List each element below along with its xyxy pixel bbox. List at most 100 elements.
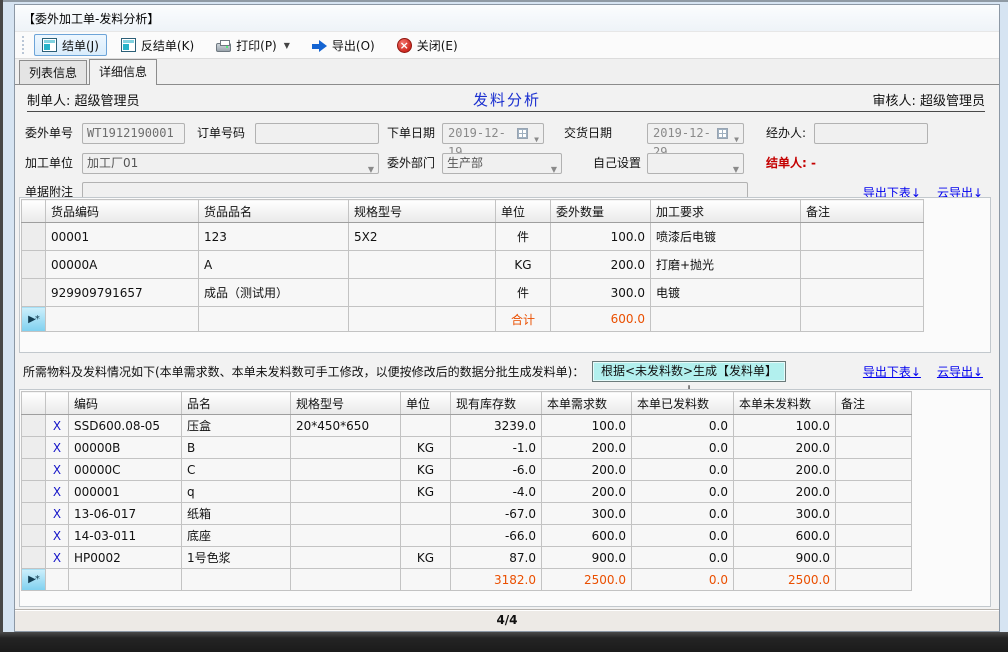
col-header-unissued-qty[interactable]: 本单未发料数 [734, 392, 836, 415]
table-total-row[interactable]: ▶*合计600.0 [22, 307, 924, 332]
col-header-need-qty[interactable]: 本单需求数 [542, 392, 632, 415]
cell-need[interactable]: 200.0 [542, 437, 632, 459]
delete-row-button[interactable]: X [46, 503, 69, 525]
col-header-item-code[interactable]: 货品编码 [46, 200, 199, 223]
col-header-process-req[interactable]: 加工要求 [651, 200, 801, 223]
col-header-remark[interactable]: 备注 [836, 392, 912, 415]
table-row[interactable]: X14-03-011底座-66.0600.00.0600.0 [22, 525, 912, 547]
cell-need[interactable]: 100.0 [542, 415, 632, 437]
col-header-name[interactable]: 品名 [182, 392, 291, 415]
col-header-code[interactable]: 编码 [69, 392, 182, 415]
print-dropdown-caret-icon[interactable]: ▼ [284, 41, 290, 50]
row-selector[interactable] [22, 525, 46, 547]
delete-row-button[interactable]: X [46, 547, 69, 569]
chevron-down-icon[interactable]: ▼ [551, 160, 557, 179]
delivery-date-field[interactable]: 2019-12-29▼ [647, 123, 744, 144]
col-header-issued-qty[interactable]: 本单已发料数 [632, 392, 734, 415]
row-selector[interactable] [22, 415, 46, 437]
sales-no-field[interactable] [255, 123, 379, 144]
row-selector[interactable] [22, 547, 46, 569]
delete-row-button[interactable]: X [46, 481, 69, 503]
cell-need[interactable]: 200.0 [542, 459, 632, 481]
cell-unissued[interactable]: 900.0 [734, 547, 836, 569]
order-date-field[interactable]: 2019-12-19▼ [442, 123, 544, 144]
calendar-icon[interactable] [717, 128, 728, 139]
close-order-label: 结单(J) [62, 37, 99, 54]
cell-unissued[interactable]: 600.0 [734, 525, 836, 547]
reopen-order-button[interactable]: 反结单(K) [113, 34, 202, 56]
row-selector[interactable] [22, 251, 46, 279]
sales-no-label: 订单号码 [197, 123, 245, 144]
delete-row-button[interactable]: X [46, 459, 69, 481]
dept-combo[interactable]: 生产部▼ [442, 153, 562, 174]
toolbar-grip-icon[interactable] [22, 36, 25, 54]
generate-issue-doc-button[interactable]: 根据<未发料数>生成【发料单】↓ [592, 361, 786, 382]
col-header-unit[interactable]: 单位 [401, 392, 451, 415]
cell-need[interactable]: 300.0 [542, 503, 632, 525]
print-button[interactable]: 打印(P) ▼ [208, 34, 298, 56]
close-window-button[interactable]: × 关闭(E) [389, 34, 466, 56]
agent-field[interactable] [814, 123, 928, 144]
cloud-export-link-mid[interactable]: 云导出↓ [937, 363, 983, 380]
export-table-link-mid[interactable]: 导出下表↓ [863, 363, 921, 380]
chevron-down-icon[interactable]: ▼ [534, 130, 539, 149]
delete-row-button[interactable]: X [46, 437, 69, 459]
cell-need[interactable]: 200.0 [542, 481, 632, 503]
new-row-indicator[interactable]: ▶* [22, 307, 46, 332]
col-header-unit[interactable]: 单位 [496, 200, 551, 223]
row-selector[interactable] [22, 459, 46, 481]
row-selector[interactable] [22, 503, 46, 525]
table-row[interactable]: X000001qKG-4.0200.00.0200.0 [22, 481, 912, 503]
chevron-down-icon[interactable]: ▼ [734, 130, 739, 149]
order-no-label: 委外单号 [25, 123, 73, 144]
cell-unissued[interactable]: 200.0 [734, 481, 836, 503]
col-header-spec[interactable]: 规格型号 [291, 392, 401, 415]
table-row[interactable]: XHP00021号色浆KG87.0900.00.0900.0 [22, 547, 912, 569]
export-button[interactable]: 导出(O) [304, 34, 383, 56]
cell-need[interactable]: 900.0 [542, 547, 632, 569]
cell-unissued[interactable]: 200.0 [734, 459, 836, 481]
row-selector[interactable] [22, 223, 46, 251]
table-row[interactable]: X00000BBKG-1.0200.00.0200.0 [22, 437, 912, 459]
close-order-button[interactable]: 结单(J) [34, 34, 107, 56]
col-header-stock[interactable]: 现有库存数 [451, 392, 542, 415]
cell-unissued[interactable]: 200.0 [734, 437, 836, 459]
tab-list-info[interactable]: 列表信息 [19, 60, 87, 84]
col-header-outsource-qty[interactable]: 委外数量 [551, 200, 651, 223]
tab-detail-info[interactable]: 详细信息 [89, 59, 157, 85]
cell-need[interactable]: 600.0 [542, 525, 632, 547]
delete-row-button[interactable]: X [46, 525, 69, 547]
order-no-field[interactable]: WT1912190001 [82, 123, 185, 144]
cell-spec [349, 251, 496, 279]
dept-label: 委外部门 [387, 153, 435, 174]
table-row[interactable]: 00000AAKG200.0打磨+抛光 [22, 251, 924, 279]
col-header-spec[interactable]: 规格型号 [349, 200, 496, 223]
row-selector[interactable] [22, 481, 46, 503]
cell-spec [291, 459, 401, 481]
cell-code: 14-03-011 [69, 525, 182, 547]
chevron-down-icon[interactable]: ▼ [368, 160, 374, 179]
custom-combo[interactable]: ▼ [647, 153, 744, 174]
cell-code [46, 307, 199, 332]
process-unit-combo[interactable]: 加工厂01▼ [82, 153, 379, 174]
table-row[interactable]: X00000CCKG-6.0200.00.0200.0 [22, 459, 912, 481]
col-header-remark[interactable]: 备注 [801, 200, 924, 223]
col-header-item-name[interactable]: 货品品名 [199, 200, 349, 223]
table-row[interactable]: 000011235X2件100.0喷漆后电镀 [22, 223, 924, 251]
new-row-indicator[interactable]: ▶* [22, 569, 46, 591]
cell-req [651, 307, 801, 332]
table-total-row[interactable]: ▶*3182.02500.00.02500.0 [22, 569, 912, 591]
chevron-down-icon[interactable]: ▼ [733, 160, 739, 179]
window-titlebar: 【委外加工单-发料分析】 [15, 5, 999, 31]
cell-unissued[interactable]: 100.0 [734, 415, 836, 437]
delete-row-button[interactable]: X [46, 415, 69, 437]
table-row[interactable]: 929909791657成品（测试用）件300.0电镀 [22, 279, 924, 307]
row-selector[interactable] [22, 437, 46, 459]
calendar-icon[interactable] [517, 128, 528, 139]
cell-code [69, 569, 182, 591]
table-row[interactable]: X13-06-017纸箱-67.0300.00.0300.0 [22, 503, 912, 525]
cell-unit [401, 525, 451, 547]
cell-unissued[interactable]: 300.0 [734, 503, 836, 525]
table-row[interactable]: XSSD600.08-05压盒20*450*6503239.0100.00.01… [22, 415, 912, 437]
row-selector[interactable] [22, 279, 46, 307]
